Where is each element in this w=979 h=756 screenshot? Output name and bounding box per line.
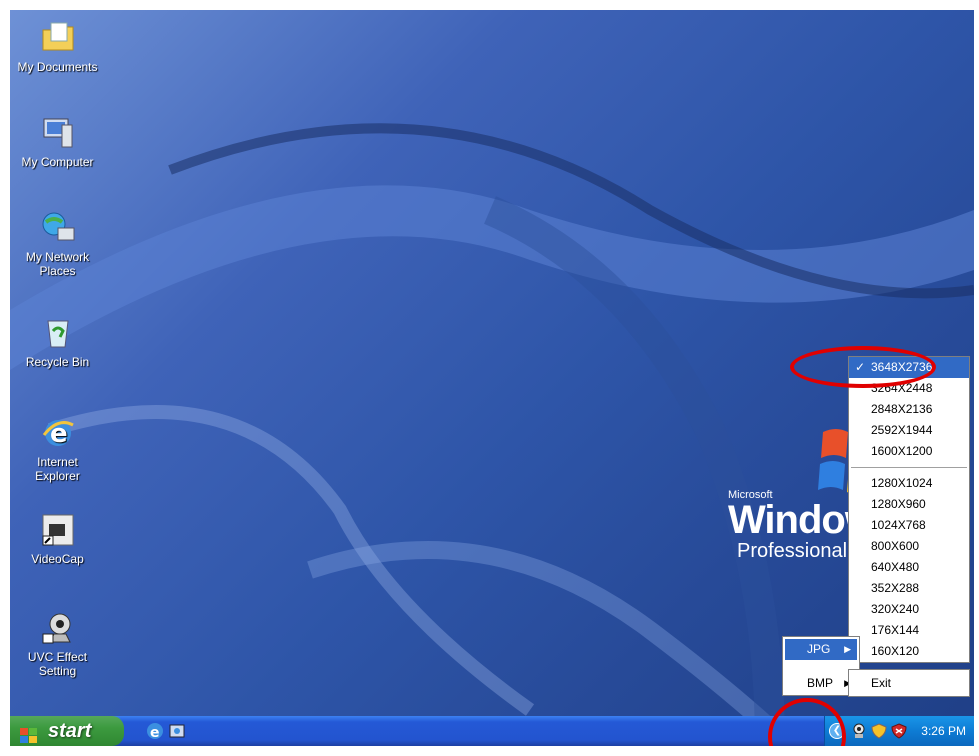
checkmark-icon: ✓ [855,360,866,374]
camera-tray-icon[interactable] [851,723,867,739]
svg-text:e: e [150,725,160,740]
windows-logo-icon [20,723,38,743]
resolution-option[interactable]: 1280X1024 [849,473,969,494]
resolution-option[interactable]: 1600X1200 [849,441,969,462]
desktop-icon-label: My Documents [17,60,98,74]
resolution-option[interactable]: 176X144 [849,620,969,641]
logo-edition: Professional [737,540,848,562]
start-label: start [48,720,92,742]
desktop-icon-label: Internet [37,455,78,469]
desktop-icon-label: Setting [38,664,77,678]
desktop-icon-my-documents[interactable]: My Documents [10,20,105,74]
menu-separator [785,666,857,667]
taskbar-clock[interactable]: 3:26 PM [921,724,966,738]
desktop: My Documents My Computer My Network Plac… [10,10,974,746]
webcam-icon [40,610,76,646]
resolution-option[interactable]: 1280X960 [849,494,969,515]
desktop-icon-label: Explorer [35,469,80,483]
desktop-icon-internet-explorer[interactable]: e Internet Explorer [10,415,105,483]
desktop-icon-label: Places [39,264,76,278]
show-hidden-icons-icon[interactable]: ❮ [829,723,845,739]
system-tray: ❮ 3:26 PM [824,716,974,746]
submenu-arrow-icon: ▶ [844,644,851,654]
resolution-option[interactable]: 640X480 [849,557,969,578]
desktop-icon-label: My Computer [21,155,94,169]
antivirus-shield-icon[interactable] [891,723,907,739]
resolution-option[interactable]: 320X240 [849,599,969,620]
desktop-icon-videocap[interactable]: VideoCap [10,512,105,566]
desktop-icon-recycle-bin[interactable]: Recycle Bin [10,315,105,369]
resolution-option[interactable]: 2848X2136 [849,399,969,420]
resolution-option[interactable]: 800X600 [849,536,969,557]
quicklaunch-desktop-icon[interactable] [168,722,186,740]
start-button[interactable]: start [10,716,124,746]
resolution-submenu: ✓ 3648X2736 3264X2448 2848X2136 2592X194… [848,356,970,663]
resolution-option-selected[interactable]: ✓ 3648X2736 [849,357,969,378]
quicklaunch-ie-icon[interactable]: e [146,722,164,741]
resolution-option[interactable]: 3264X2448 [849,378,969,399]
desktop-icon-network-places[interactable]: My Network Places [10,210,105,278]
format-option-bmp[interactable]: BMP ▶ [785,673,857,694]
videocap-icon [40,512,76,548]
recycle-bin-icon [40,315,76,351]
desktop-icon-label: UVC Effect [27,650,88,664]
my-computer-icon [40,115,76,151]
menu-separator [851,467,967,468]
desktop-icon-label: My Network [25,250,90,264]
network-places-icon [40,210,76,246]
resolution-option[interactable]: 352X288 [849,578,969,599]
desktop-icon-uvc-effect-setting[interactable]: UVC Effect Setting [10,610,105,678]
my-documents-icon [40,20,76,56]
desktop-icon-label: VideoCap [31,552,84,566]
taskbar: start e ❮ 3:26 PM [10,716,974,746]
exit-menu: Exit [848,669,970,697]
exit-menu-item[interactable]: Exit [849,673,969,694]
internet-explorer-icon: e [40,415,76,451]
resolution-option[interactable]: 2592X1944 [849,420,969,441]
desktop-icon-my-computer[interactable]: My Computer [10,115,105,169]
format-option-jpg[interactable]: JPG ▶ [785,639,857,660]
desktop-icon-label: Recycle Bin [25,355,90,369]
security-shield-icon[interactable] [871,723,887,739]
resolution-option[interactable]: 1024X768 [849,515,969,536]
resolution-option[interactable]: 160X120 [849,641,969,662]
